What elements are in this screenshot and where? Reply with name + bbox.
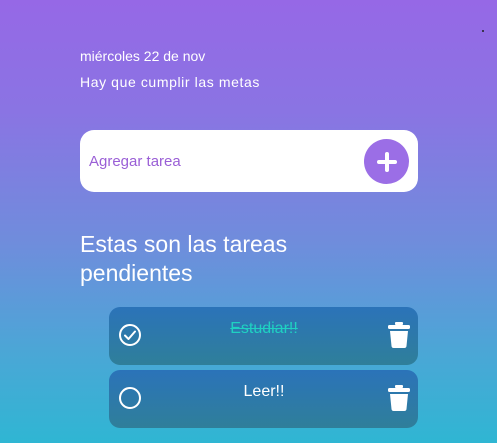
decorative-dot <box>482 30 484 32</box>
add-task-button[interactable] <box>364 139 409 184</box>
task-item: Estudiar!! <box>109 307 418 365</box>
check-circle-icon[interactable] <box>118 323 142 347</box>
pending-tasks-title: Estas son las tareas pendientes <box>80 231 288 286</box>
task-label[interactable]: Estudiar!! <box>169 320 359 338</box>
date-label: miércoles 22 de nov <box>80 48 206 64</box>
trash-icon[interactable] <box>388 322 410 348</box>
task-label[interactable]: Leer!! <box>169 383 359 401</box>
add-task-card <box>80 130 418 192</box>
add-task-input[interactable] <box>89 146 349 176</box>
trash-icon[interactable] <box>388 385 410 411</box>
plus-icon <box>376 151 397 172</box>
task-item: Leer!! <box>109 370 418 428</box>
circle-icon[interactable] <box>118 386 142 410</box>
motto-text: Hay que cumplir las metas <box>80 74 260 90</box>
